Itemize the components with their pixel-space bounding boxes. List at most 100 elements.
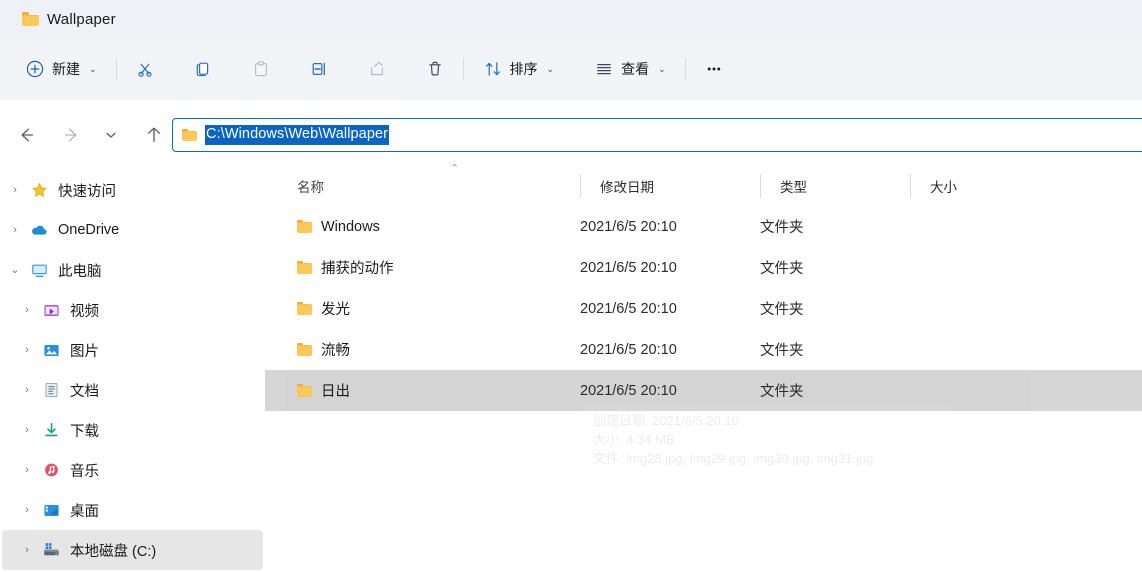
file-name-cell: 发光: [265, 298, 580, 319]
sort-button[interactable]: 排序 ⌄: [472, 51, 566, 87]
column-header-date[interactable]: 修改日期: [580, 170, 760, 202]
divider: [684, 58, 686, 80]
file-type: 文件夹: [760, 261, 804, 277]
chevron-right-icon[interactable]: ›: [14, 544, 40, 556]
cut-button[interactable]: [125, 51, 165, 87]
file-type: 文件夹: [760, 343, 804, 359]
paste-button[interactable]: [241, 51, 281, 87]
file-name: 流畅: [321, 343, 350, 359]
folder-icon: [22, 12, 39, 26]
file-name: 发光: [321, 302, 350, 318]
copy-icon: [196, 62, 208, 77]
view-button[interactable]: 查看 ⌄: [583, 51, 677, 87]
folder-icon: [297, 343, 312, 356]
document-icon: [40, 382, 62, 398]
column-header-label: 名称: [297, 180, 324, 195]
file-rows[interactable]: Windows 2021/6/5 20:10 文件夹 捕获的动作 2021/6/…: [265, 206, 1142, 411]
column-header-label: 类型: [780, 180, 807, 195]
share-button[interactable]: [357, 51, 397, 87]
column-header-type[interactable]: 类型: [760, 170, 910, 202]
column-header-name[interactable]: 名称: [265, 170, 580, 202]
folder-icon: [297, 220, 312, 233]
back-button[interactable]: [10, 119, 42, 151]
chevron-right-icon[interactable]: ›: [14, 384, 40, 396]
explorer-tab[interactable]: Wallpaper: [10, 2, 128, 36]
file-name: 捕获的动作: [321, 261, 394, 277]
navigation-pane[interactable]: › 快速访问 › OneDrive ⌄ 此电脑 › 视频 › 图片 › 文档 ›…: [0, 170, 265, 572]
sidebar-item-label: 快速访问: [58, 183, 116, 200]
windows-drive-icon: [40, 542, 62, 558]
chevron-down-icon[interactable]: ⌄: [2, 264, 28, 276]
more-options-button[interactable]: [694, 51, 734, 87]
sidebar-item-videos[interactable]: › 视频: [2, 290, 263, 330]
file-date: 2021/6/5 20:10: [580, 259, 677, 276]
file-type: 文件夹: [760, 384, 804, 400]
sort-button-label: 排序: [509, 61, 538, 77]
address-bar[interactable]: C:\Windows\Web\Wallpaper: [172, 118, 1142, 152]
forward-button[interactable]: [56, 119, 88, 151]
sidebar-item-pictures[interactable]: › 图片: [2, 330, 263, 370]
file-type: 文件夹: [760, 220, 804, 236]
chevron-right-icon[interactable]: ›: [2, 224, 28, 236]
chevron-right-icon[interactable]: ›: [14, 504, 40, 516]
chevron-right-icon[interactable]: ›: [2, 184, 28, 196]
table-row[interactable]: 流畅 2021/6/5 20:10 文件夹: [265, 329, 1142, 370]
sidebar-item-this-pc[interactable]: ⌄ 此电脑: [2, 250, 263, 290]
sidebar-item-local-disk-c[interactable]: › 本地磁盘 (C:): [2, 530, 263, 570]
tab-title: Wallpaper: [47, 10, 116, 28]
folder-icon: [297, 261, 312, 274]
file-name: Windows: [321, 218, 380, 235]
file-name-cell: 流畅: [265, 339, 580, 360]
column-header-label: 修改日期: [600, 180, 654, 195]
chevron-right-icon[interactable]: ›: [14, 304, 40, 316]
sidebar-item-label: 图片: [70, 343, 99, 360]
delete-button[interactable]: [415, 51, 455, 87]
cloud-icon: [28, 223, 50, 237]
plus-circle-icon: [26, 60, 44, 78]
rename-icon: [312, 62, 325, 76]
sidebar-item-label: 本地磁盘 (C:): [70, 543, 157, 560]
sidebar-item-downloads[interactable]: › 下载: [2, 410, 263, 450]
up-button[interactable]: [138, 119, 170, 151]
chevron-down-icon: [106, 132, 116, 138]
table-row[interactable]: 发光 2021/6/5 20:10 文件夹: [265, 288, 1142, 329]
column-header-size[interactable]: 大小: [910, 170, 1010, 202]
sidebar-item-label: 桌面: [70, 503, 99, 520]
sidebar-item-label: 视频: [70, 303, 99, 320]
file-type: 文件夹: [760, 302, 804, 318]
new-button[interactable]: 新建 ⌄: [14, 51, 108, 87]
chevron-right-icon[interactable]: ›: [14, 424, 40, 436]
table-row[interactable]: Windows 2021/6/5 20:10 文件夹: [265, 206, 1142, 247]
recent-locations-button[interactable]: [98, 119, 124, 151]
file-list-pane[interactable]: 名称 修改日期 类型 大小 Windows 2021/6/5 20:10 文件夹: [265, 170, 1142, 572]
table-row[interactable]: 日出 2021/6/5 20:10 文件夹: [265, 370, 1142, 411]
sidebar-item-quick-access[interactable]: › 快速访问: [2, 170, 263, 210]
arrow-right-icon: [64, 128, 77, 142]
sidebar-item-label: OneDrive: [58, 222, 120, 238]
sidebar-item-onedrive[interactable]: › OneDrive: [2, 210, 263, 250]
copy-button[interactable]: [183, 51, 223, 87]
sidebar-item-desktop[interactable]: › 桌面: [2, 490, 263, 530]
file-name-cell: Windows: [265, 219, 580, 235]
folder-icon: [182, 128, 197, 142]
sidebar-item-label: 音乐: [70, 463, 99, 480]
file-date: 2021/6/5 20:10: [580, 218, 677, 235]
sidebar-item-label: 此电脑: [58, 263, 102, 280]
address-input[interactable]: C:\Windows\Web\Wallpaper: [205, 125, 390, 145]
chevron-right-icon[interactable]: ›: [14, 464, 40, 476]
chevron-down-icon: ⌄: [89, 63, 97, 74]
rename-button[interactable]: [299, 51, 339, 87]
new-button-label: 新建: [52, 61, 80, 77]
desktop-icon: [40, 503, 62, 518]
sidebar-item-documents[interactable]: › 文档: [2, 370, 263, 410]
arrow-up-icon: [147, 127, 161, 143]
share-icon: [370, 61, 383, 76]
chevron-right-icon[interactable]: ›: [14, 344, 40, 356]
star-icon: [28, 182, 50, 199]
folder-icon: [297, 302, 312, 315]
sort-arrows-icon: [485, 62, 500, 76]
sidebar-item-music[interactable]: › 音乐: [2, 450, 263, 490]
file-name-cell: 日出: [265, 380, 580, 401]
table-row[interactable]: 捕获的动作 2021/6/5 20:10 文件夹: [265, 247, 1142, 288]
title-bar: Wallpaper: [0, 0, 1142, 38]
